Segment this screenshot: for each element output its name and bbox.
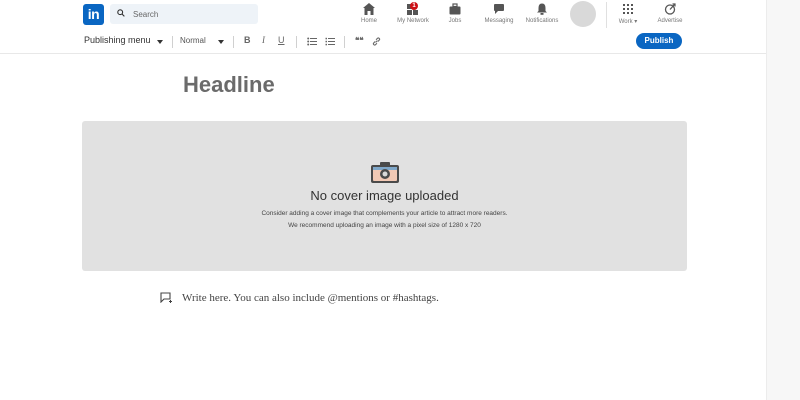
headline-field[interactable]: Headline	[183, 72, 275, 98]
nav-jobs-label: Jobs	[448, 18, 462, 24]
toolbar-divider	[172, 36, 173, 48]
numbered-list-icon[interactable]	[325, 37, 335, 46]
search-input[interactable]	[129, 4, 254, 24]
cover-hint-1: Consider adding a cover image that compl…	[261, 210, 508, 217]
italic-button[interactable]: I	[262, 35, 265, 45]
nav-home-label: Home	[360, 18, 377, 24]
nav-notifications-label: Notifications	[525, 18, 559, 24]
bulleted-list-icon[interactable]	[307, 37, 317, 46]
grid-apps-icon	[623, 4, 633, 14]
cover-image-upload-area[interactable]: No cover image uploaded Consider adding …	[82, 121, 687, 271]
article-editor-page: in Home 1 My Network	[0, 0, 800, 400]
chat-icon	[494, 4, 504, 14]
nav-advertise[interactable]: Advertise	[652, 2, 688, 28]
style-select[interactable]: Normal	[180, 36, 206, 45]
article-body-input[interactable]	[182, 290, 602, 306]
nav-work[interactable]: Work ▾	[614, 2, 642, 28]
camera-icon	[371, 162, 399, 183]
publish-button[interactable]: Publish	[636, 33, 682, 49]
toolbar-divider	[344, 36, 345, 48]
nav-advertise-label: Advertise	[657, 18, 683, 24]
nav-my-network[interactable]: 1 My Network	[392, 2, 434, 28]
search-box[interactable]	[110, 4, 258, 24]
bell-icon	[537, 3, 547, 15]
nav-divider	[606, 2, 607, 28]
scrollbar-track[interactable]	[766, 0, 800, 400]
home-icon	[363, 3, 375, 15]
nav-my-network-label: My Network	[397, 18, 429, 24]
advertise-icon	[664, 3, 676, 15]
underline-button[interactable]: U	[278, 35, 285, 45]
toolbar-divider	[296, 36, 297, 48]
cover-title: No cover image uploaded	[310, 188, 459, 203]
publishing-menu-button[interactable]: Publishing menu	[84, 35, 151, 45]
work-label-text: Work	[618, 19, 633, 25]
quote-button[interactable]: ❝❝	[355, 36, 364, 45]
nav-messaging[interactable]: Messaging	[481, 2, 517, 28]
toolbar-divider	[233, 36, 234, 48]
nav-jobs[interactable]: Jobs	[444, 2, 466, 28]
network-badge: 1	[410, 2, 418, 10]
briefcase-icon	[449, 3, 461, 15]
style-chevron-down-icon[interactable]	[218, 40, 224, 44]
bold-button[interactable]: B	[244, 35, 251, 45]
nav-notifications[interactable]: Notifications	[522, 2, 562, 28]
nav-work-label: Work ▾	[618, 19, 638, 25]
publishing-menu-chevron-down-icon[interactable]	[157, 40, 163, 44]
linkedin-logo[interactable]: in	[83, 4, 104, 25]
search-icon	[117, 9, 125, 17]
avatar[interactable]	[570, 1, 596, 27]
cover-hint-2: We recommend uploading an image with a p…	[288, 222, 481, 229]
comment-add-icon[interactable]	[160, 292, 173, 303]
link-icon[interactable]	[372, 37, 381, 46]
publishing-toolbar: Publishing menu Normal B I U ❝❝ Publish	[0, 30, 766, 54]
global-nav: in Home 1 My Network	[0, 0, 766, 30]
nav-home[interactable]: Home	[356, 2, 382, 28]
nav-messaging-label: Messaging	[484, 18, 514, 24]
